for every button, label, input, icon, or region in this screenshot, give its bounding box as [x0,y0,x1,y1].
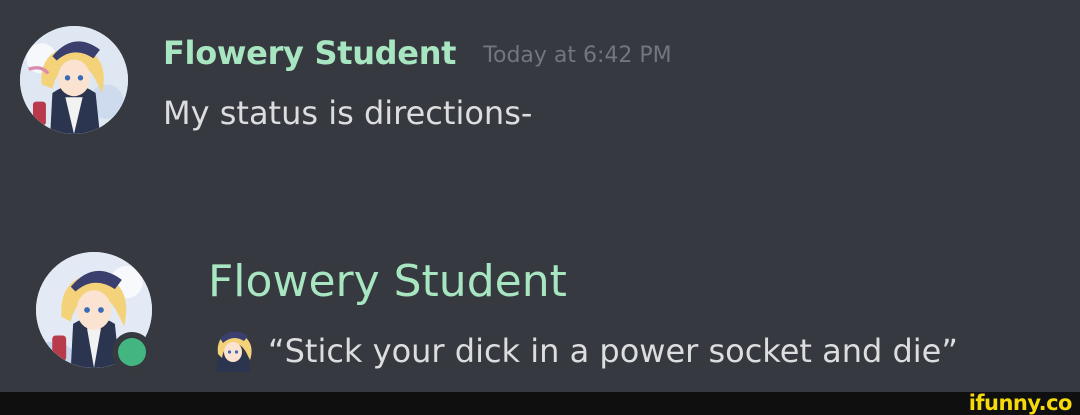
message-content: My status is directions- [163,94,533,132]
message-header: Flowery Student Today at 6:42 PM [163,34,672,72]
custom-status: “Stick your dick in a power socket and d… [210,326,958,372]
user-avatar[interactable] [20,26,128,134]
anime-character-emoji-icon [210,326,256,372]
ifunny-watermark: ifunny.co [968,391,1073,415]
message-username[interactable]: Flowery Student [163,34,456,72]
chat-message: Flowery Student Today at 6:42 PM My stat… [0,0,1080,160]
profile-card: Flowery Student “Stick your dick in a po… [0,240,1080,390]
chat-screenshot: Flowery Student Today at 6:42 PM My stat… [0,0,1080,415]
custom-status-text: “Stick your dick in a power socket and d… [268,332,958,370]
message-timestamp: Today at 6:42 PM [483,43,672,68]
profile-username: Flowery Student [208,256,567,307]
watermark-bar: ifunny.co [0,392,1080,415]
online-status-indicator [112,332,152,372]
anime-character-avatar-icon [20,26,128,134]
